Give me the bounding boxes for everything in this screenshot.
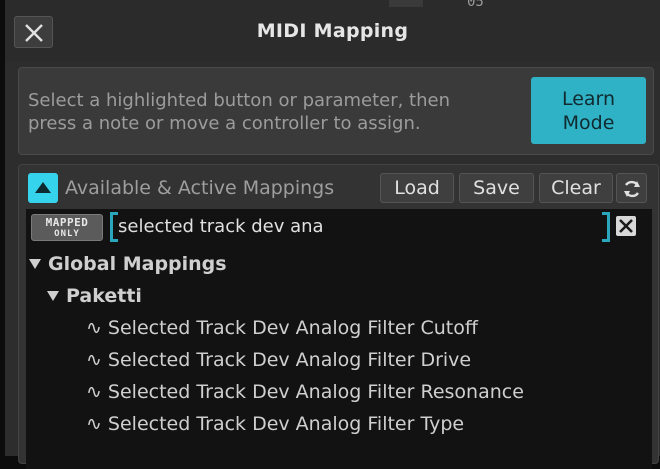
tree-node-paketti[interactable]: Paketti [47,285,142,307]
mappings-panel: Available & Active Mappings Load Save Cl… [18,164,659,469]
collapse-mappings-button[interactable] [28,173,58,203]
tree-item-label: Selected Track Dev Analog Filter Type [107,413,465,435]
search-input-value: selected track dev ana [118,216,324,237]
learn-mode-button[interactable]: Learn Mode [531,77,646,144]
tree-node-label: Global Mappings [48,253,227,275]
background-counter-text: 05 [467,0,484,10]
tilde-wave-icon: ∿ [86,349,102,371]
instructions-line-2: press a note or move a controller to ass… [28,113,421,134]
tree-item-label: Selected Track Dev Analog Filter Drive [107,349,472,371]
refresh-icon [624,180,640,198]
clear-button[interactable]: Clear [539,173,613,203]
triangle-down-icon [29,259,41,269]
tilde-wave-icon: ∿ [86,381,102,403]
clear-search-button[interactable] [616,216,636,236]
tilde-wave-icon: ∿ [86,317,102,339]
instructions-panel: Select a highlighted button or parameter… [18,67,654,155]
learn-mode-label-line-1: Learn [561,88,616,110]
mappings-list: MAPPED ONLY selected track dev ana Globa… [26,209,652,469]
triangle-up-icon [35,182,51,193]
search-bracket-right [602,212,610,242]
mapped-only-label-line-2: ONLY [54,229,80,239]
search-bracket-left [110,212,118,242]
instructions-line-1: Select a highlighted button or parameter… [28,90,451,111]
load-button[interactable]: Load [380,173,454,203]
title-bar: MIDI Mapping 05 [5,0,660,62]
tilde-wave-icon: ∿ [86,413,102,435]
tree-item[interactable]: ∿ Selected Track Dev Analog Filter Cutoff [86,317,478,339]
learn-mode-label-line-2: Mode [562,112,615,134]
tree-item[interactable]: ∿ Selected Track Dev Analog Filter Type [86,413,464,435]
tree-item[interactable]: ∿ Selected Track Dev Analog Filter Drive [86,349,471,371]
window-title: MIDI Mapping [256,20,409,42]
refresh-button[interactable] [616,173,647,203]
mapped-only-label-line-1: MAPPED [45,216,89,229]
search-input[interactable]: selected track dev ana [110,212,610,242]
instructions-text: Select a highlighted button or parameter… [28,89,508,135]
tree-item-label: Selected Track Dev Analog Filter Resonan… [107,381,524,403]
mapped-only-toggle[interactable]: MAPPED ONLY [31,214,103,241]
midi-mapping-dialog: MIDI Mapping 05 Select a highlighted but… [5,0,660,469]
x-icon [619,219,633,233]
tree-node-global-mappings[interactable]: Global Mappings [29,253,227,275]
tree-item[interactable]: ∿ Selected Track Dev Analog Filter Resona… [86,381,524,403]
save-button[interactable]: Save [459,173,534,203]
tree-item-label: Selected Track Dev Analog Filter Cutoff [107,317,478,339]
triangle-down-icon [47,291,59,301]
background-scrollbar-fragment [389,0,423,7]
mappings-section-label: Available & Active Mappings [65,177,335,199]
tree-node-label: Paketti [66,285,142,307]
